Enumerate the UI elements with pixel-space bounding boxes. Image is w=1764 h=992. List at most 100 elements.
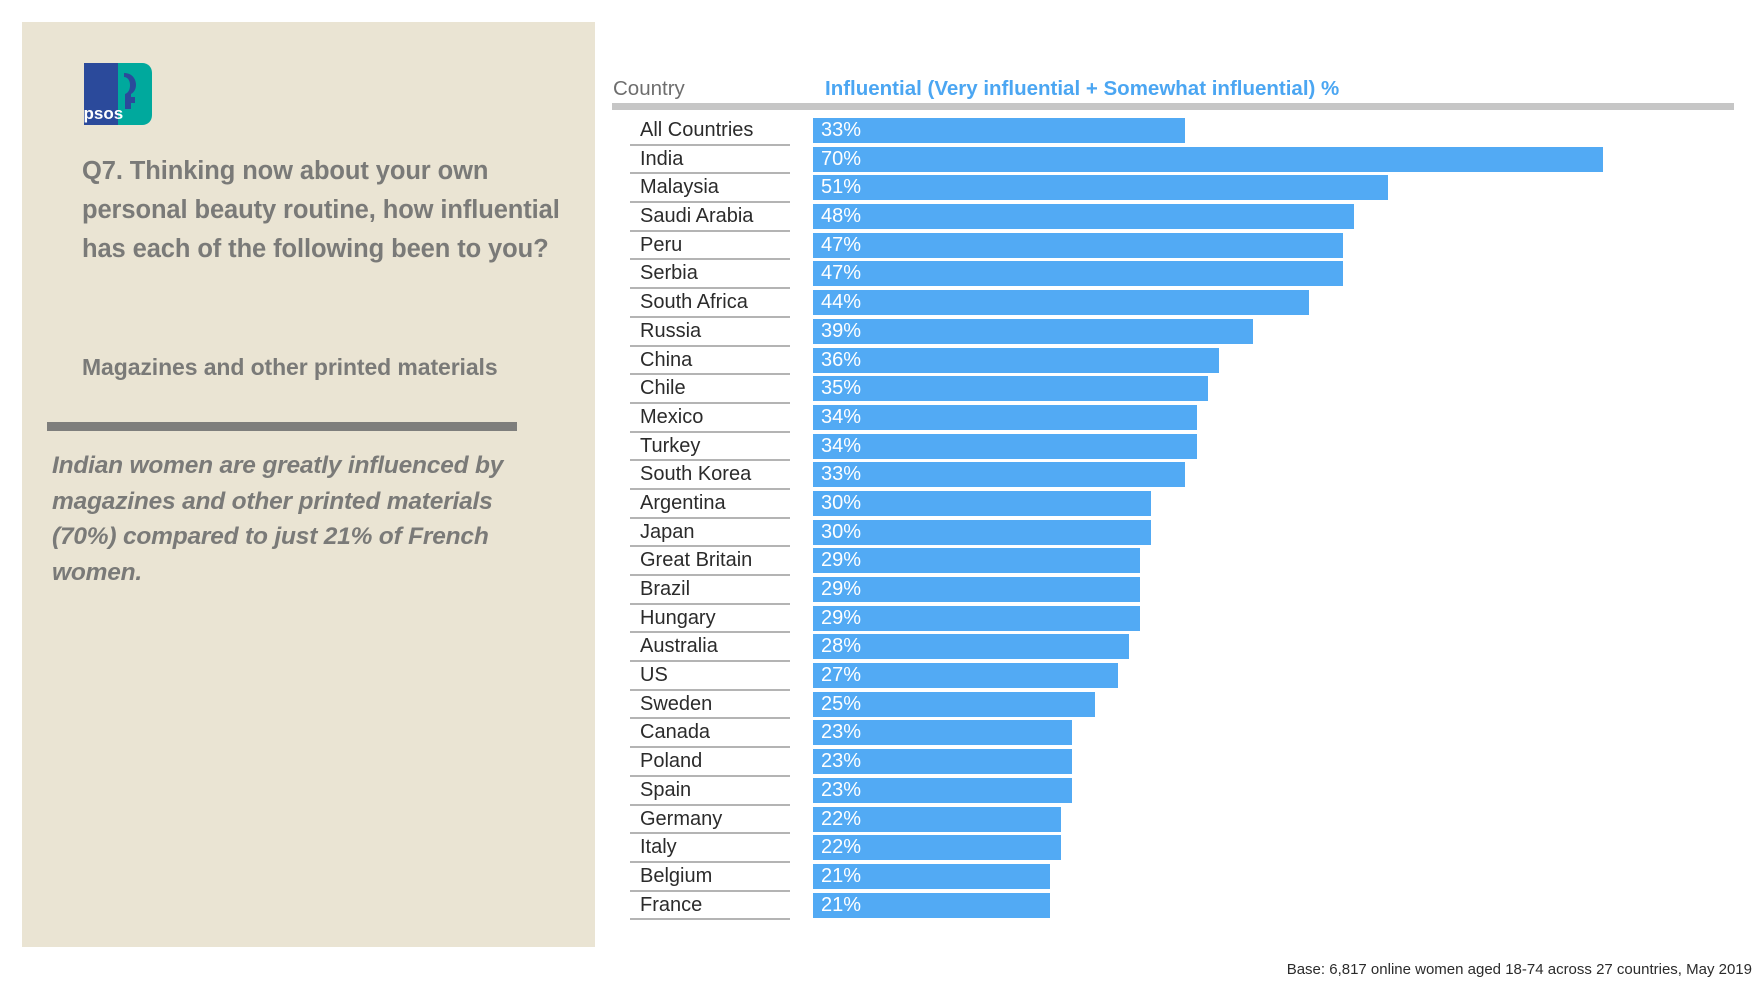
country-label-cell: Saudi Arabia — [630, 203, 790, 232]
bar-value-label: 35% — [821, 377, 862, 400]
country-label-cell: US — [630, 662, 790, 691]
chart-row: South Korea 33% — [0, 461, 1764, 490]
country-label: All Countries — [640, 119, 754, 141]
bar-track: 33% — [813, 118, 1186, 143]
country-label-cell: South Korea — [630, 461, 790, 490]
bar-value-label: 29% — [821, 606, 862, 629]
chart-row: Peru 47% — [0, 232, 1764, 261]
bar-track: 22% — [813, 806, 1062, 832]
bar-value-label: 30% — [821, 491, 862, 514]
bar: 70% — [813, 146, 1603, 172]
bar: 29% — [813, 577, 1141, 602]
country-label: Australia — [640, 635, 718, 658]
bar: 29% — [813, 605, 1141, 631]
bar-track: 70% — [813, 146, 1603, 172]
country-label-cell: Argentina — [630, 490, 790, 519]
chart-rows: All Countries 33% India 70% Malaysia 51% Saudi… — [0, 117, 1764, 921]
country-label-cell: Great Britain — [630, 547, 790, 576]
bar: 21% — [813, 863, 1050, 889]
chart-row: All Countries 33% — [0, 117, 1764, 146]
country-label: Peru — [640, 233, 683, 256]
country-label: Canada — [640, 721, 711, 744]
bar-track: 28% — [813, 634, 1129, 660]
bar-track: 23% — [813, 720, 1073, 746]
bar-value-label: 51% — [821, 176, 862, 199]
country-label-cell: Sweden — [630, 691, 790, 720]
bar: 47% — [813, 232, 1344, 258]
bar-value-label: 70% — [821, 147, 862, 170]
chart-row: China 36% — [0, 347, 1764, 376]
chart-row: France 21% — [0, 892, 1764, 921]
country-label: Italy — [640, 836, 677, 859]
bar: 48% — [813, 204, 1355, 230]
chart-row: Turkey 34% — [0, 433, 1764, 462]
bar: 25% — [813, 691, 1095, 717]
country-label: Saudi Arabia — [640, 205, 754, 228]
country-label: Turkey — [640, 434, 701, 457]
chart-row: Serbia 47% — [0, 260, 1764, 290]
country-label: Poland — [640, 750, 703, 773]
country-label-cell: Spain — [630, 777, 790, 806]
bar-track: 22% — [813, 835, 1062, 861]
bar-value-label: 33% — [821, 463, 862, 486]
country-label: Chile — [640, 377, 686, 400]
country-label: South Africa — [640, 291, 748, 314]
country-label: Hungary — [640, 606, 716, 629]
chart-row: South Africa 44% — [0, 289, 1764, 318]
country-label: Germany — [640, 807, 723, 830]
bar-value-label: 39% — [821, 319, 862, 342]
bar: 30% — [813, 490, 1152, 516]
bar-value-label: 33% — [821, 119, 862, 141]
bar-track: 23% — [813, 777, 1073, 803]
bar-track: 48% — [813, 204, 1355, 230]
bar-value-label: 23% — [821, 721, 862, 744]
bar: 33% — [813, 462, 1186, 488]
bar-value-label: 27% — [821, 664, 862, 687]
bar-value-label: 25% — [821, 692, 862, 715]
bar: 44% — [813, 290, 1310, 316]
bar: 23% — [813, 749, 1073, 775]
chart-row: Japan 30% — [0, 519, 1764, 548]
country-label-cell: Chile — [630, 375, 790, 404]
bar: 34% — [813, 433, 1197, 459]
chart-row: Sweden 25% — [0, 691, 1764, 720]
chart-row: Canada 23% — [0, 719, 1764, 749]
bar-value-label: 36% — [821, 348, 862, 371]
bar: 51% — [813, 175, 1389, 201]
chart-row: Hungary 29% — [0, 605, 1764, 634]
country-label: South Korea — [640, 463, 752, 486]
country-label: Serbia — [640, 262, 698, 285]
bar-value-label: 47% — [821, 233, 862, 256]
country-label: US — [640, 664, 668, 687]
bar-track: 34% — [813, 433, 1197, 459]
chart-row: Russia 39% — [0, 318, 1764, 347]
country-label-cell: India — [630, 146, 790, 175]
country-label-cell: Italy — [630, 834, 790, 863]
bar-track: 21% — [813, 863, 1050, 889]
column-header-influential: Influential (Very influential + Somewhat… — [825, 77, 1340, 100]
chart-row: Belgium 21% — [0, 863, 1764, 892]
country-label-cell: Turkey — [630, 433, 790, 462]
chart-row: Brazil 29% — [0, 576, 1764, 605]
bar: 28% — [813, 634, 1129, 660]
bar: 22% — [813, 806, 1062, 832]
bar-value-label: 47% — [821, 262, 862, 285]
bar: 39% — [813, 318, 1253, 344]
country-label: Argentina — [640, 491, 726, 514]
base-note: Base: 6,817 online women aged 18-74 acro… — [1286, 961, 1752, 978]
bar-value-label: 28% — [821, 635, 862, 658]
bar-value-label: 21% — [821, 893, 862, 916]
country-label-cell: Brazil — [630, 576, 790, 605]
bar-track: 47% — [813, 261, 1344, 287]
country-label-cell: All Countries — [630, 117, 790, 146]
bar-value-label: 48% — [821, 205, 862, 228]
chart-row: Saudi Arabia 48% — [0, 203, 1764, 232]
country-label-cell: Peru — [630, 232, 790, 261]
bar-value-label: 29% — [821, 549, 862, 572]
country-label: France — [640, 893, 703, 916]
country-label: Belgium — [640, 864, 713, 887]
chart-row: Malaysia 51% — [0, 174, 1764, 204]
bar-track: 29% — [813, 577, 1141, 602]
bar: 35% — [813, 376, 1208, 402]
bar: 21% — [813, 892, 1050, 918]
